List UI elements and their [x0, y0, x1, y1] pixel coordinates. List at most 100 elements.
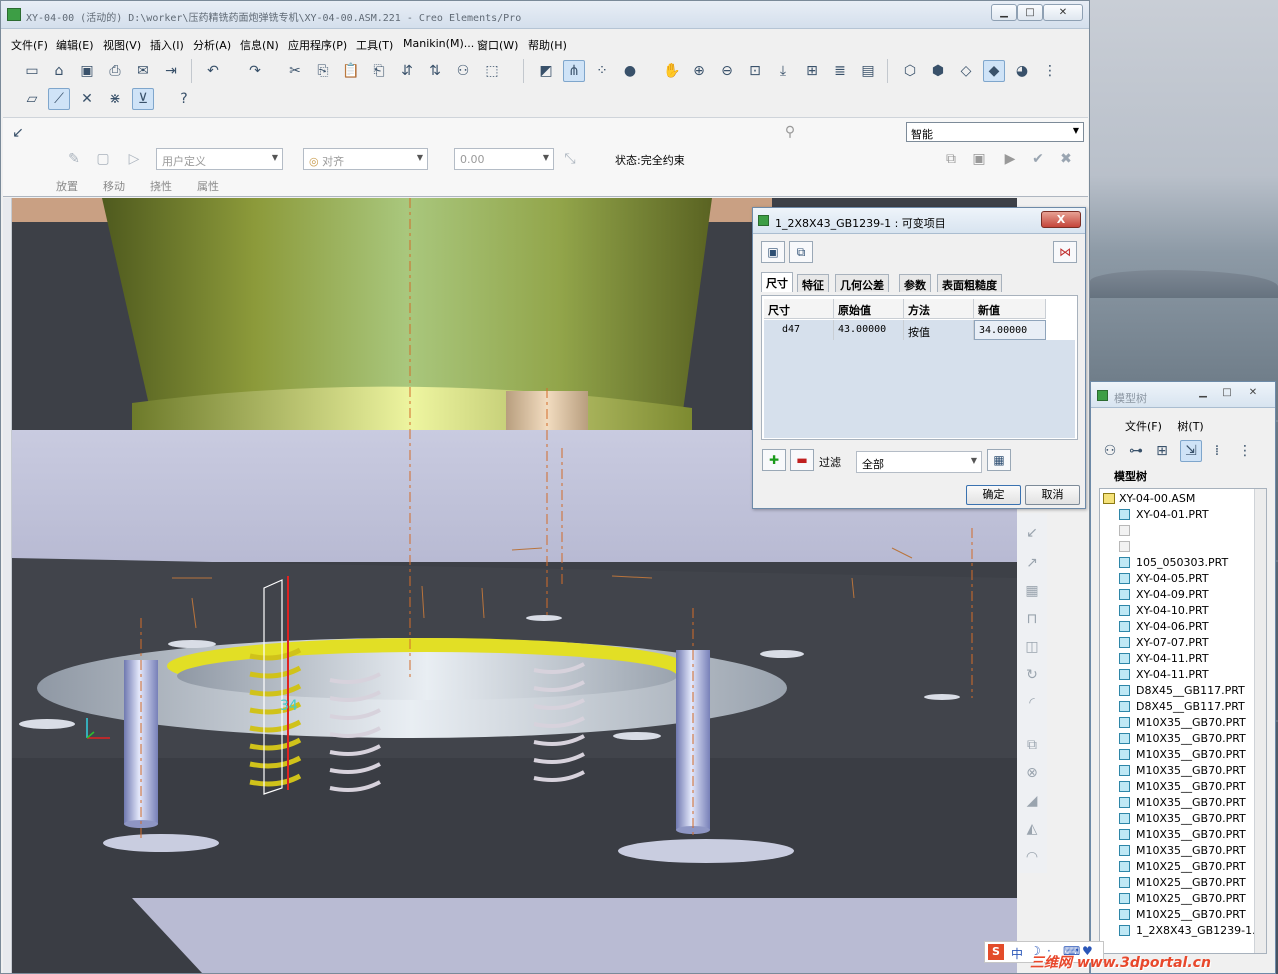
- tab-move[interactable]: 移动: [103, 178, 125, 194]
- tree-item[interactable]: XY-07-07.PRT: [1100, 635, 1260, 651]
- constraint-set-combo[interactable]: 用户定义 ▼: [156, 148, 283, 170]
- column-header-dimension[interactable]: 尺寸: [764, 299, 834, 319]
- paste-special-icon[interactable]: ⎗: [368, 60, 390, 82]
- model-tree-toggle-icon[interactable]: ⋮: [1039, 60, 1061, 82]
- menu-edit[interactable]: 编辑(E): [56, 37, 94, 53]
- edit-sketch-icon[interactable]: ▱: [21, 88, 43, 110]
- tree-item-root[interactable]: XY-04-00.ASM: [1100, 491, 1260, 507]
- tree-item[interactable]: XY-04-01.PRT: [1100, 507, 1260, 523]
- csys-tool-icon[interactable]: ⋇: [104, 88, 126, 110]
- surface-icon[interactable]: ◭: [1022, 819, 1042, 839]
- add-item-icon[interactable]: ✚: [762, 449, 786, 471]
- tree-item[interactable]: D8X45__GB117.PRT: [1100, 699, 1260, 715]
- tree-item[interactable]: M10X35__GB70.PRT: [1100, 811, 1260, 827]
- point-tool-icon[interactable]: ✕: [76, 88, 98, 110]
- tree-item[interactable]: M10X25__GB70.PRT: [1100, 891, 1260, 907]
- tab-feature[interactable]: 特征: [797, 274, 829, 292]
- quilt-icon[interactable]: ◠: [1022, 847, 1042, 867]
- offset-combo[interactable]: 0.00 ▼: [454, 148, 554, 170]
- tree-item[interactable]: 105_050303.PRT: [1100, 555, 1260, 571]
- saved-views-icon[interactable]: ⊞: [801, 60, 823, 82]
- pin-icon[interactable]: ⚲: [779, 121, 801, 143]
- tree-item[interactable]: M10X25__GB70.PRT: [1100, 875, 1260, 891]
- zoom-out-icon[interactable]: ⊖: [716, 60, 738, 82]
- tree-item[interactable]: D8X45__GB117.PRT: [1100, 683, 1260, 699]
- menu-window[interactable]: 窗口(W): [477, 37, 518, 53]
- create-component-icon[interactable]: ↗: [1022, 553, 1042, 573]
- table-columns-icon[interactable]: ▦: [987, 449, 1011, 471]
- ime-mode-label[interactable]: 中: [1011, 945, 1023, 962]
- tree-item[interactable]: M10X35__GB70.PRT: [1100, 843, 1260, 859]
- cut-out-icon[interactable]: ◢: [1022, 791, 1042, 811]
- paste-icon[interactable]: 📋: [340, 60, 362, 82]
- tree-scrollbar[interactable]: [1254, 489, 1266, 953]
- dialog-view-icon[interactable]: ▣: [761, 241, 785, 263]
- minimize-button[interactable]: ▁: [1191, 386, 1215, 401]
- menu-manikin[interactable]: Manikin(M)...: [403, 37, 474, 50]
- selection-box-icon[interactable]: ⬚: [481, 60, 503, 82]
- menu-file[interactable]: 文件(F): [11, 37, 48, 53]
- flag-icon[interactable]: ▷: [123, 148, 145, 170]
- constraint-type-combo[interactable]: ◎ 对齐 ▼: [303, 148, 428, 170]
- tree-item[interactable]: M10X35__GB70.PRT: [1100, 763, 1260, 779]
- tab-parameters[interactable]: 参数: [899, 274, 931, 292]
- dialog-select-tool-icon[interactable]: ⋈: [1053, 241, 1077, 263]
- send-icon[interactable]: ⇥: [160, 60, 182, 82]
- menu-view[interactable]: 视图(V): [103, 37, 141, 53]
- tree-item[interactable]: XY-04-11.PRT: [1100, 667, 1260, 683]
- tree-item[interactable]: M10X35__GB70.PRT: [1100, 747, 1260, 763]
- tree-item[interactable]: M10X35__GB70.PRT: [1100, 827, 1260, 843]
- tree-collapse-icon[interactable]: ⋮: [1234, 440, 1256, 462]
- tab-dimension[interactable]: 尺寸: [761, 272, 793, 292]
- column-header-method[interactable]: 方法: [904, 299, 974, 319]
- tree-item[interactable]: 1_2X8X43_GB1239-1.I: [1100, 923, 1260, 939]
- tab-surface-finish[interactable]: 表面粗糙度: [937, 274, 1002, 292]
- refit-icon[interactable]: ⊡: [744, 60, 766, 82]
- cell-dimension[interactable]: d47: [764, 320, 834, 340]
- revolve-icon[interactable]: ↻: [1022, 665, 1042, 685]
- email-icon[interactable]: ✉: [132, 60, 154, 82]
- print-icon[interactable]: ⎙: [104, 60, 126, 82]
- context-help-icon[interactable]: ?: [173, 88, 195, 110]
- confirm-check-icon[interactable]: ✔: [1027, 148, 1049, 170]
- tree-item[interactable]: XY-04-10.PRT: [1100, 603, 1260, 619]
- layers-icon[interactable]: ≣: [829, 60, 851, 82]
- cancel-button[interactable]: 取消: [1025, 485, 1080, 505]
- undo-icon[interactable]: ↶: [202, 60, 224, 82]
- shading-icon[interactable]: ◆: [983, 60, 1005, 82]
- cancel-x-icon[interactable]: ✖: [1055, 148, 1077, 170]
- tree-item[interactable]: [1100, 539, 1260, 555]
- tree-item[interactable]: M10X25__GB70.PRT: [1100, 859, 1260, 875]
- menu-applications[interactable]: 应用程序(P): [288, 37, 347, 53]
- tree-settings-icon[interactable]: ⊶: [1125, 440, 1147, 462]
- round-icon[interactable]: ◜: [1022, 693, 1042, 713]
- tree-item[interactable]: XY-04-11.PRT: [1100, 651, 1260, 667]
- tab-placement[interactable]: 放置: [56, 178, 78, 194]
- tree-expand-icon[interactable]: ⁞: [1206, 440, 1228, 462]
- datum-plane-display-icon[interactable]: ◩: [535, 60, 557, 82]
- sogou-icon[interactable]: S: [988, 944, 1004, 960]
- wireframe-icon[interactable]: ⬡: [899, 60, 921, 82]
- binoculars-icon[interactable]: ⚇: [1099, 440, 1121, 462]
- maximize-button[interactable]: □: [1017, 4, 1043, 21]
- regenerate-icon[interactable]: ⇵: [396, 60, 418, 82]
- tree-item[interactable]: M10X35__GB70.PRT: [1100, 779, 1260, 795]
- tree-item[interactable]: M10X35__GB70.PRT: [1100, 715, 1260, 731]
- new-file-icon[interactable]: ▭: [21, 60, 43, 82]
- constraint-icon[interactable]: ✎: [63, 148, 85, 170]
- ok-button[interactable]: 确定: [966, 485, 1021, 505]
- tree-item[interactable]: XY-04-09.PRT: [1100, 587, 1260, 603]
- zoom-in-icon[interactable]: ⊕: [688, 60, 710, 82]
- close-button[interactable]: ✕: [1043, 4, 1083, 21]
- maximize-button[interactable]: □: [1215, 386, 1239, 401]
- tree-menu-file[interactable]: 文件(F): [1125, 420, 1162, 433]
- datum-axis-display-icon[interactable]: ⋔: [563, 60, 585, 82]
- redo-icon[interactable]: ↷: [244, 60, 266, 82]
- tree-item[interactable]: [1100, 523, 1260, 539]
- tree-item[interactable]: M10X35__GB70.PRT: [1100, 795, 1260, 811]
- tree-columns-icon[interactable]: ⊞: [1151, 440, 1173, 462]
- datum-point-display-icon[interactable]: ⁘: [591, 60, 613, 82]
- view-manager-icon[interactable]: ▤: [857, 60, 879, 82]
- enhanced-realism-icon[interactable]: ◕: [1011, 60, 1033, 82]
- tree-item[interactable]: M10X25__GB70.PRT: [1100, 907, 1260, 923]
